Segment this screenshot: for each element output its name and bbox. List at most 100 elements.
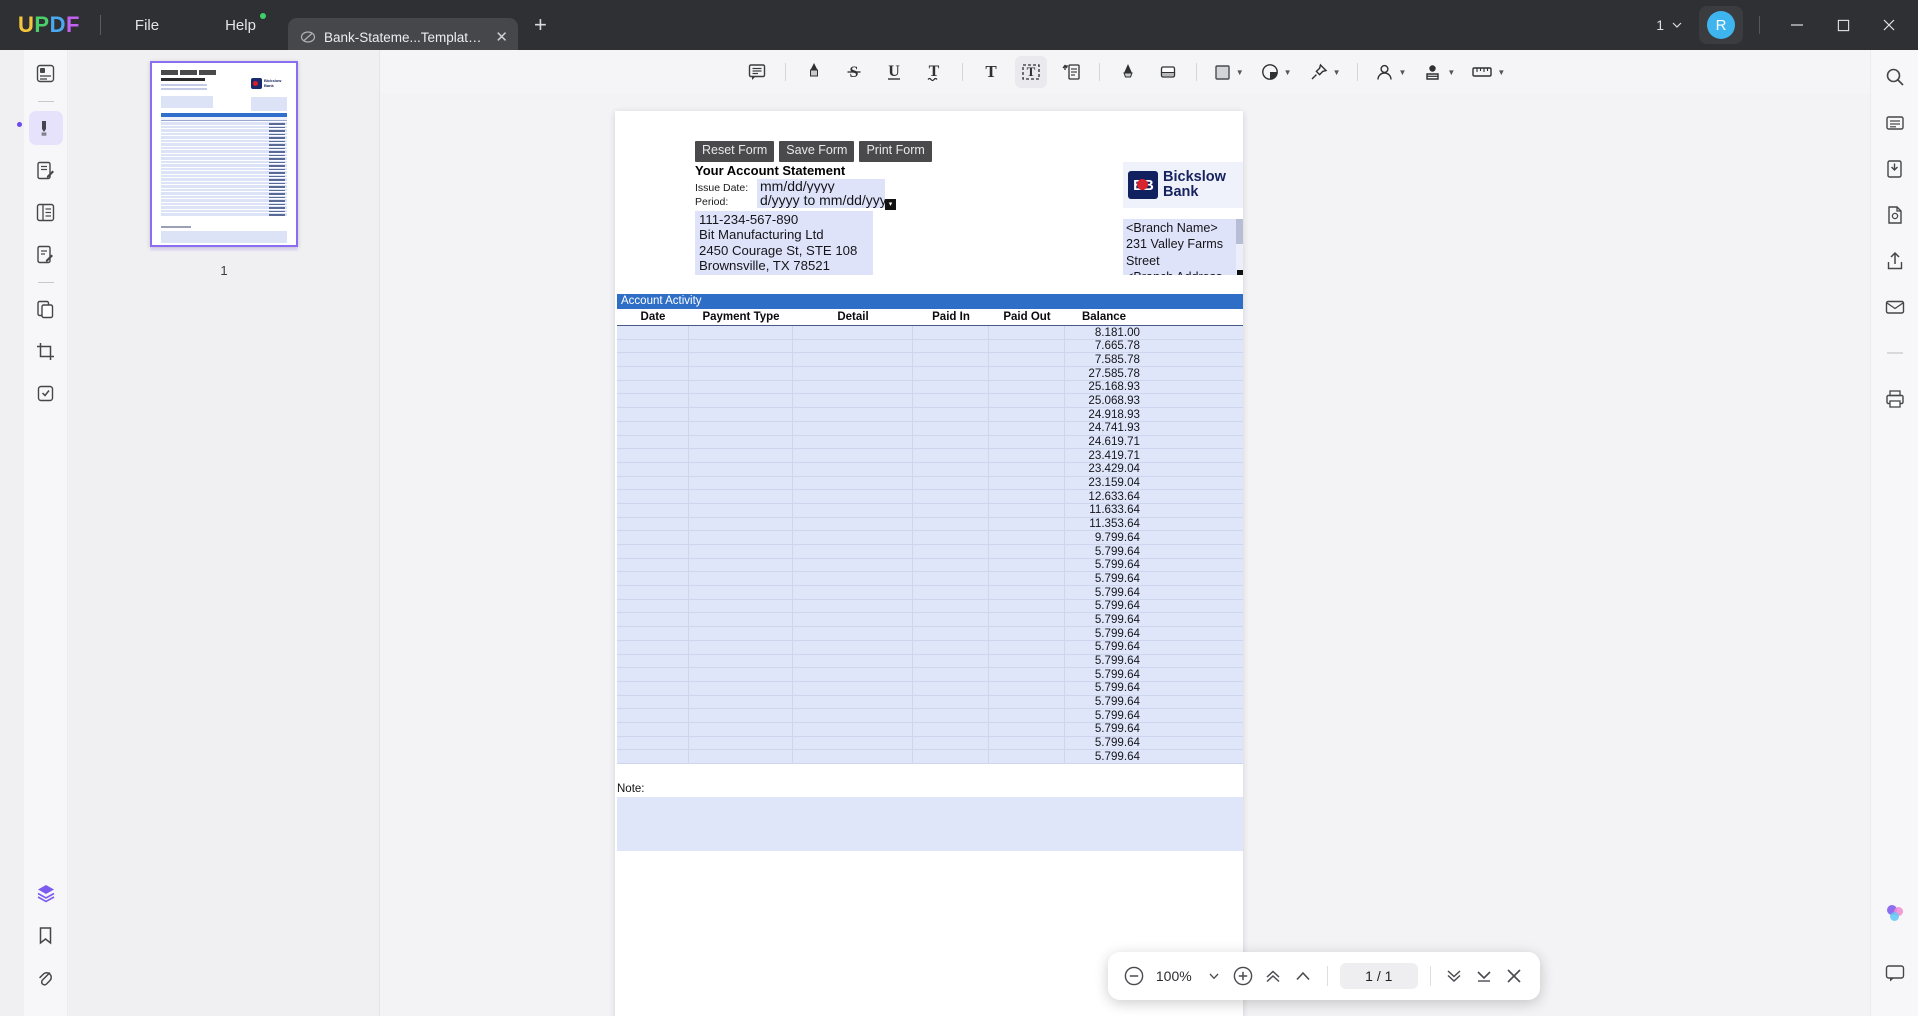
period-dropdown-icon[interactable]: ▾ xyxy=(885,198,896,210)
minimize-icon[interactable] xyxy=(1774,0,1820,50)
right-item-feedback[interactable] xyxy=(1878,956,1912,990)
table-row[interactable]: 5.799.64 xyxy=(617,599,1243,614)
last-page-button[interactable] xyxy=(1472,961,1496,991)
print-form-button[interactable]: Print Form xyxy=(859,141,932,162)
table-row[interactable]: 7.665.78 xyxy=(617,339,1243,354)
table-row[interactable]: 24.918.93 xyxy=(617,407,1243,422)
table-row[interactable]: 5.799.64 xyxy=(617,667,1243,682)
close-icon[interactable]: ✕ xyxy=(495,30,508,45)
table-row[interactable]: 25.168.93 xyxy=(617,380,1243,395)
table-row[interactable]: 5.799.64 xyxy=(617,681,1243,696)
table-row[interactable]: 9.799.64 xyxy=(617,530,1243,545)
tool-signature[interactable]: ▼ xyxy=(1370,56,1411,88)
tool-note[interactable] xyxy=(741,56,773,88)
sidebar-item-convert[interactable] xyxy=(29,292,63,326)
table-row[interactable]: 27.585.78 xyxy=(617,366,1243,381)
right-item-print[interactable] xyxy=(1878,382,1912,416)
tool-squiggly[interactable]: T xyxy=(918,56,950,88)
zoom-dropdown-button[interactable] xyxy=(1202,961,1226,991)
table-row[interactable]: 5.799.64 xyxy=(617,612,1243,628)
tool-highlight[interactable] xyxy=(798,56,830,88)
sidebar-item-bookmarks[interactable] xyxy=(29,918,63,952)
period-field[interactable]: d/yyyy to mm/dd/yyy xyxy=(757,193,885,208)
page-count-selector[interactable]: 1 xyxy=(1656,17,1683,33)
sidebar-item-layers[interactable] xyxy=(29,876,63,910)
window-close-icon[interactable] xyxy=(1866,0,1912,50)
menu-file[interactable]: File xyxy=(121,11,173,40)
table-row[interactable]: 24.741.93 xyxy=(617,421,1243,436)
right-item-share[interactable] xyxy=(1878,244,1912,278)
maximize-icon[interactable] xyxy=(1820,0,1866,50)
table-row[interactable]: 5.799.64 xyxy=(617,558,1243,573)
table-row[interactable]: 12.633.64 xyxy=(617,489,1243,504)
zoom-in-button[interactable] xyxy=(1232,961,1256,991)
branch-address-field[interactable]: <Branch Name> 231 Valley Farms Street <B… xyxy=(1123,219,1243,275)
tool-strikethrough[interactable]: S xyxy=(838,56,870,88)
tool-stamp[interactable]: ▼ xyxy=(1256,56,1296,88)
tool-text-box[interactable]: T xyxy=(1014,56,1047,88)
sidebar-item-edit-pdf[interactable] xyxy=(29,153,63,187)
customer-address-field[interactable]: 111-234-567-890 Bit Manufacturing Ltd 24… xyxy=(695,211,873,276)
tool-stamp-user[interactable]: ▼ xyxy=(1418,56,1459,88)
page-thumbnail-1[interactable]: Bickslow Bank xyxy=(150,61,298,247)
tool-shapes[interactable]: ▼ xyxy=(1209,56,1248,88)
table-row[interactable]: 5.799.64 xyxy=(617,654,1243,669)
table-row[interactable]: 5.799.64 xyxy=(617,749,1243,764)
table-row[interactable]: 5.799.64 xyxy=(617,736,1243,751)
table-row[interactable]: 23.419.71 xyxy=(617,448,1243,463)
page-indicator[interactable]: 1 / 1 xyxy=(1339,963,1418,989)
table-row[interactable]: 5.799.64 xyxy=(617,640,1243,655)
table-row[interactable]: 5.799.64 xyxy=(617,626,1243,641)
tool-callout[interactable] xyxy=(1055,56,1087,88)
tool-pin[interactable]: ▼ xyxy=(1304,56,1345,88)
right-item-email[interactable] xyxy=(1878,290,1912,324)
table-row[interactable]: 24.619.71 xyxy=(617,435,1243,450)
tool-measure[interactable]: ▼ xyxy=(1467,56,1509,88)
table-row[interactable]: 23.159.04 xyxy=(617,476,1243,491)
first-page-button[interactable] xyxy=(1261,961,1285,991)
zoom-level-value[interactable]: 100% xyxy=(1152,968,1196,984)
save-form-button[interactable]: Save Form xyxy=(779,141,855,162)
table-row[interactable]: 5.799.64 xyxy=(617,585,1243,600)
table-row[interactable]: 23.429.04 xyxy=(617,462,1243,477)
table-row[interactable]: 8.181.00 xyxy=(617,325,1243,340)
zoom-out-button[interactable] xyxy=(1122,961,1146,991)
right-item-ai-assistant[interactable] xyxy=(1878,896,1912,930)
sidebar-item-annotate[interactable] xyxy=(16,111,63,145)
tool-underline[interactable]: U xyxy=(878,56,910,88)
right-item-ocr[interactable] xyxy=(1878,106,1912,140)
note-field[interactable] xyxy=(617,797,1243,851)
branch-scroll-thumb[interactable] xyxy=(1236,219,1243,244)
table-row[interactable]: 5.799.64 xyxy=(617,544,1243,559)
right-item-search[interactable] xyxy=(1878,60,1912,94)
sidebar-item-organize-pages[interactable] xyxy=(29,195,63,229)
tool-text[interactable]: T xyxy=(975,56,1007,88)
sidebar-item-crop[interactable] xyxy=(29,334,63,368)
sidebar-item-reader-mode[interactable] xyxy=(29,56,63,90)
sidebar-item-form[interactable] xyxy=(29,237,63,271)
table-row[interactable]: 25.068.93 xyxy=(617,393,1243,409)
prev-page-button[interactable] xyxy=(1291,961,1315,991)
tool-pencil[interactable] xyxy=(1112,56,1144,88)
reset-form-button[interactable]: Reset Form xyxy=(695,141,775,162)
document-canvas[interactable]: Reset Form Save Form Print Form Your Acc… xyxy=(380,94,1870,1016)
sidebar-item-protect[interactable] xyxy=(29,376,63,410)
menu-help[interactable]: Help xyxy=(211,11,270,40)
next-page-button[interactable] xyxy=(1443,961,1467,991)
sidebar-item-attachments[interactable] xyxy=(29,960,63,994)
table-row[interactable]: 11.353.64 xyxy=(617,517,1243,532)
branch-expand-icon[interactable]: + xyxy=(1237,268,1243,275)
table-row[interactable]: 5.799.64 xyxy=(617,722,1243,737)
table-row[interactable]: 5.799.64 xyxy=(617,695,1243,710)
issue-date-field[interactable]: mm/dd/yyyy xyxy=(757,179,885,194)
plus-icon[interactable]: + xyxy=(534,14,547,36)
table-row[interactable]: 11.633.64 xyxy=(617,503,1243,518)
tool-eraser[interactable] xyxy=(1152,56,1184,88)
right-item-compress[interactable] xyxy=(1878,152,1912,186)
right-item-document-info[interactable] xyxy=(1878,198,1912,232)
pdf-page-1[interactable]: Reset Form Save Form Print Form Your Acc… xyxy=(615,111,1243,1016)
table-row[interactable]: 5.799.64 xyxy=(617,708,1243,723)
table-row[interactable]: 7.585.78 xyxy=(617,352,1243,368)
close-bottom-bar-button[interactable] xyxy=(1502,961,1526,991)
table-row[interactable]: 5.799.64 xyxy=(617,571,1243,587)
